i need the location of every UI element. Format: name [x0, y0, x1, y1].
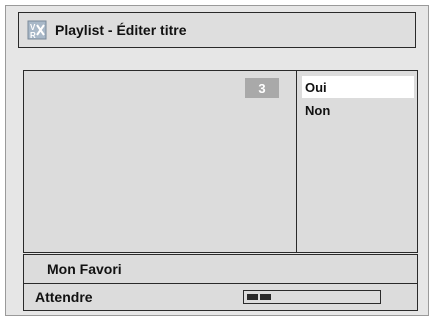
title-counter-badge: 3 — [245, 78, 279, 98]
status-row: Attendre — [23, 283, 418, 311]
progress-segment — [260, 294, 271, 300]
progress-segment — [247, 294, 258, 300]
progress-bar — [243, 290, 381, 304]
title-name-label: Mon Favori — [47, 261, 122, 277]
menu-item-oui[interactable]: Oui — [302, 76, 414, 98]
edit-panel: 3 Oui Non — [23, 70, 418, 253]
svg-text:R: R — [30, 31, 36, 40]
progress-fill — [247, 294, 271, 300]
title-bar: V R Playlist - Éditer titre — [18, 12, 416, 48]
window-title: Playlist - Éditer titre — [55, 22, 187, 38]
menu-item-non[interactable]: Non — [302, 99, 414, 121]
title-name-row: Mon Favori — [23, 254, 418, 284]
title-preview: 3 — [24, 71, 297, 252]
playlist-edit-icon: V R — [27, 20, 47, 40]
confirm-menu: Oui Non — [297, 71, 417, 252]
status-label: Attendre — [35, 289, 93, 305]
